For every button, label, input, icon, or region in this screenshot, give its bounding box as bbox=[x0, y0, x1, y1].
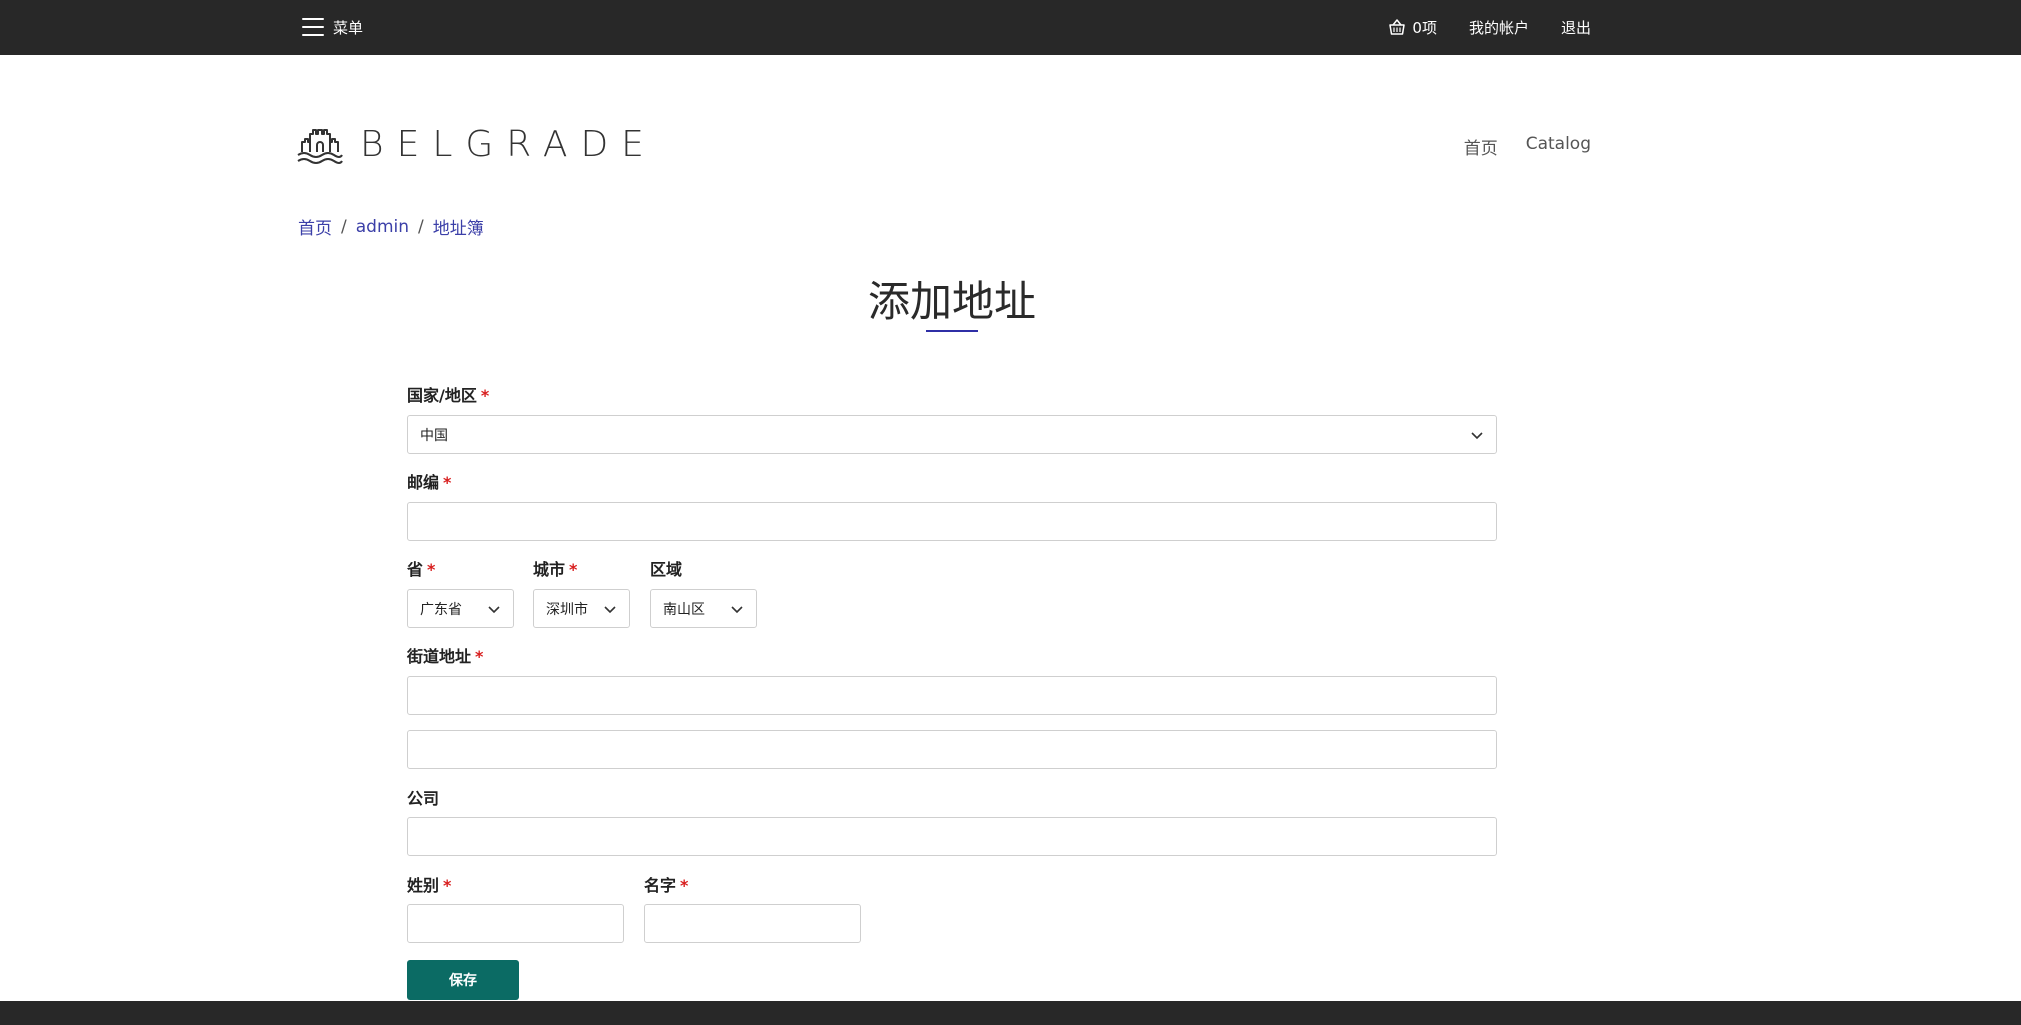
province-value: 广东省 bbox=[420, 601, 462, 618]
page-title: 添加地址 bbox=[867, 277, 1036, 326]
logout-link[interactable]: 退出 bbox=[1561, 17, 1591, 38]
nav-home[interactable]: 首页 bbox=[1464, 134, 1498, 159]
menu-toggle[interactable]: 菜单 bbox=[302, 14, 363, 40]
breadcrumb: 首页 / admin / 地址簿 bbox=[298, 214, 484, 240]
street-address-line1-input[interactable] bbox=[407, 676, 1497, 715]
required-mark: * bbox=[569, 560, 578, 579]
company-label: 公司 bbox=[407, 789, 440, 808]
logo[interactable]: BELGRADE bbox=[296, 122, 657, 166]
city-select[interactable]: 深圳市 bbox=[533, 589, 630, 628]
breadcrumb-admin[interactable]: admin bbox=[356, 217, 409, 237]
lastname-label: 姓别 * bbox=[407, 876, 452, 895]
city-label: 城市 * bbox=[533, 560, 578, 579]
district-value: 南山区 bbox=[663, 601, 705, 618]
district-select[interactable]: 南山区 bbox=[650, 589, 757, 628]
my-account-link[interactable]: 我的帐户 bbox=[1469, 17, 1529, 38]
street-address-line2-input[interactable] bbox=[407, 730, 1497, 769]
cart-count: 0项 bbox=[1412, 18, 1437, 37]
postcode-input[interactable] bbox=[407, 502, 1497, 541]
castle-logo-icon bbox=[297, 129, 343, 164]
breadcrumb-address-book[interactable]: 地址簿 bbox=[433, 214, 484, 239]
district-label: 区域 bbox=[650, 560, 683, 579]
country-label: 国家/地区 * bbox=[407, 386, 490, 405]
save-button[interactable]: 保存 bbox=[407, 960, 519, 1000]
firstname-label: 名字 * bbox=[644, 876, 689, 895]
chevron-down-icon bbox=[604, 606, 616, 614]
nav-catalog[interactable]: Catalog bbox=[1526, 134, 1591, 159]
hamburger-icon bbox=[302, 18, 324, 36]
top-right-links: 0项 我的帐户 退出 bbox=[1388, 14, 1591, 40]
top-bar: 菜单 0项 我的帐户 退出 bbox=[0, 0, 2021, 55]
required-mark: * bbox=[680, 876, 689, 895]
required-mark: * bbox=[475, 647, 484, 666]
street-label: 街道地址 * bbox=[407, 647, 484, 666]
required-mark: * bbox=[443, 876, 452, 895]
country-value: 中国 bbox=[420, 427, 448, 444]
province-label: 省 * bbox=[407, 560, 436, 579]
chevron-down-icon bbox=[731, 606, 743, 614]
footer-bar bbox=[0, 1001, 2021, 1025]
lastname-input[interactable] bbox=[407, 904, 624, 943]
company-input[interactable] bbox=[407, 817, 1497, 856]
basket-icon bbox=[1389, 19, 1406, 35]
city-value: 深圳市 bbox=[546, 601, 588, 618]
menu-label: 菜单 bbox=[333, 18, 364, 37]
chevron-down-icon bbox=[1471, 432, 1483, 440]
breadcrumb-home[interactable]: 首页 bbox=[298, 214, 332, 239]
breadcrumb-separator: / bbox=[418, 216, 424, 237]
chevron-down-icon bbox=[488, 606, 500, 614]
postcode-label: 邮编 * bbox=[407, 473, 452, 492]
breadcrumb-separator: / bbox=[341, 216, 347, 237]
required-mark: * bbox=[443, 473, 452, 492]
title-underline bbox=[926, 330, 978, 332]
firstname-input[interactable] bbox=[644, 904, 861, 943]
required-mark: * bbox=[480, 386, 490, 405]
cart-link[interactable]: 0项 bbox=[1388, 17, 1437, 38]
logo-text: BELGRADE bbox=[360, 123, 657, 165]
required-mark: * bbox=[427, 560, 436, 579]
main-nav: 首页 Catalog bbox=[1464, 134, 1591, 159]
province-select[interactable]: 广东省 bbox=[407, 589, 514, 628]
country-select[interactable]: 中国 bbox=[407, 415, 1497, 454]
